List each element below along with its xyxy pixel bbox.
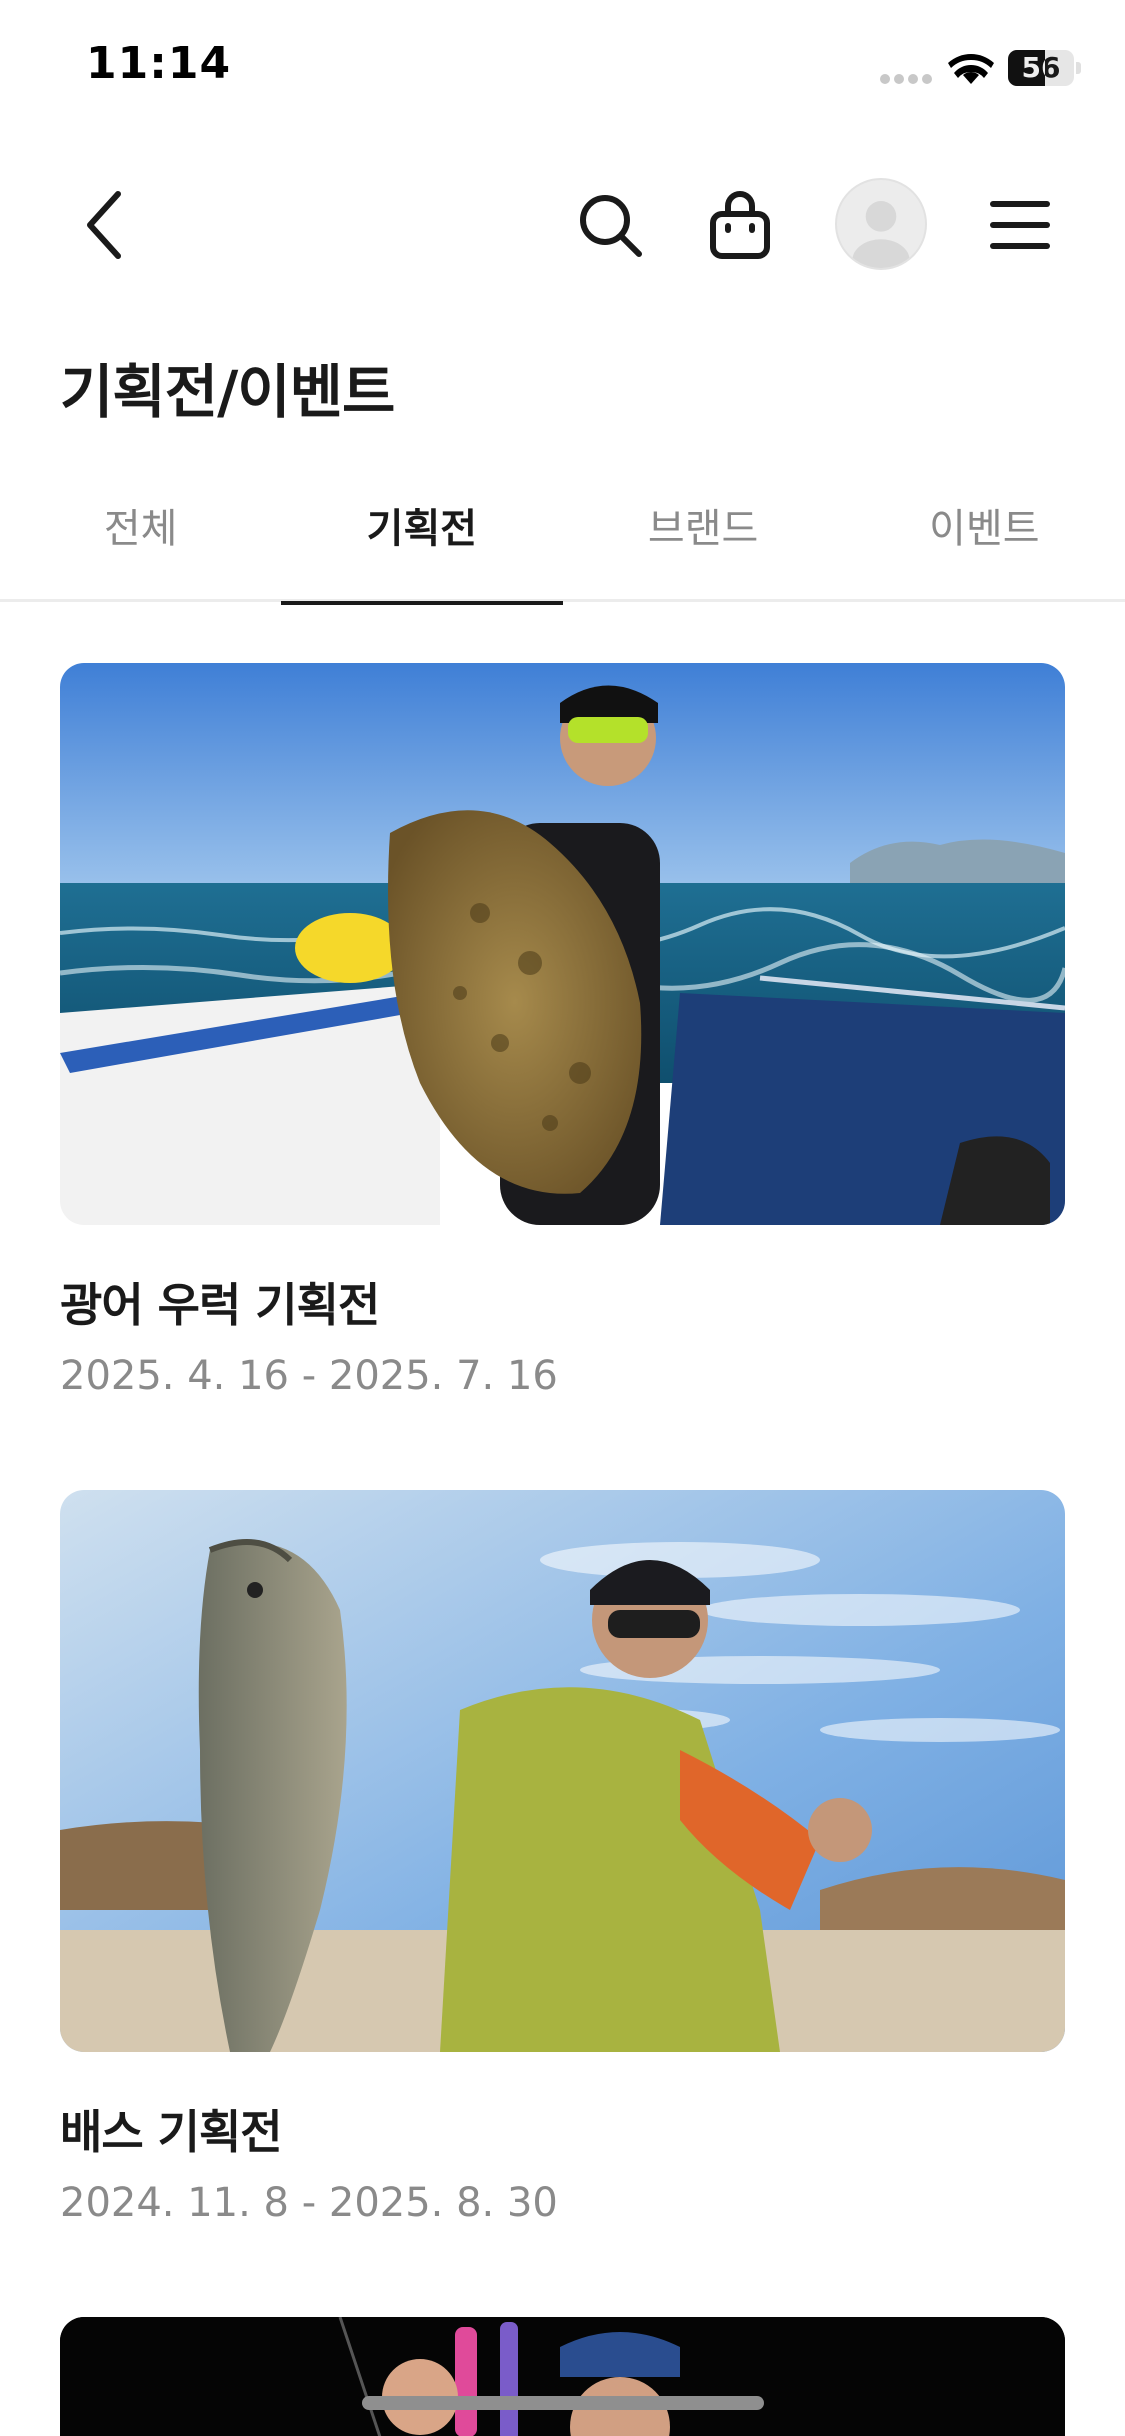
promotion-card[interactable]: 배스 기획전 2024. 11. 8 - 2025. 8. 30	[60, 1490, 1065, 2226]
hamburger-menu-icon	[990, 201, 1050, 249]
status-time: 11:14	[86, 38, 232, 89]
promotion-card[interactable]	[60, 2317, 1065, 2436]
home-indicator[interactable]	[362, 2396, 764, 2410]
promotion-banner-image[interactable]	[60, 1490, 1065, 2052]
promotion-period: 2025. 4. 16 - 2025. 7. 16	[60, 1353, 558, 1399]
chevron-left-icon	[87, 191, 121, 259]
promotion-title: 광어 우럭 기획전	[60, 1278, 380, 1332]
tab-events[interactable]: 이벤트	[844, 470, 1125, 602]
shopping-bag-button[interactable]	[695, 180, 785, 270]
screen: 11:14 56 기획전/이벤트 전체 기획전 브랜드 이벤트 광어 우럭 기획…	[0, 0, 1125, 2436]
promotion-card[interactable]: 광어 우럭 기획전 2025. 4. 16 - 2025. 7. 16	[60, 663, 1065, 1399]
tab-promotions[interactable]: 기획전	[281, 470, 563, 605]
battery-icon: 56	[1008, 50, 1081, 86]
search-icon	[580, 195, 642, 257]
tab-all[interactable]: 전체	[0, 470, 281, 602]
status-bar: 11:14 56	[0, 0, 1125, 140]
top-navigation	[0, 160, 1125, 290]
promotion-banner-image[interactable]	[60, 663, 1065, 1225]
menu-button[interactable]	[975, 180, 1065, 270]
profile-avatar-button[interactable]	[835, 178, 927, 270]
promotion-title: 배스 기획전	[60, 2105, 283, 2159]
search-button[interactable]	[565, 180, 655, 270]
wifi-icon	[948, 54, 994, 84]
cellular-signal-icon	[880, 74, 932, 84]
shopping-bag-icon	[710, 191, 770, 259]
promotion-period: 2024. 11. 8 - 2025. 8. 30	[60, 2180, 558, 2226]
tab-brand[interactable]: 브랜드	[563, 470, 844, 602]
page-title: 기획전/이벤트	[60, 358, 395, 426]
user-avatar-icon	[852, 201, 910, 268]
back-button[interactable]	[60, 180, 150, 270]
lure-angler-photo	[60, 2317, 1065, 2436]
tab-bar: 전체 기획전 브랜드 이벤트	[0, 470, 1125, 605]
promotion-banner-image[interactable]	[60, 2317, 1065, 2436]
battery-level: 56	[1021, 51, 1061, 84]
flounder-angler-photo	[60, 663, 1065, 1225]
bass-angler-photo	[60, 1490, 1065, 2052]
